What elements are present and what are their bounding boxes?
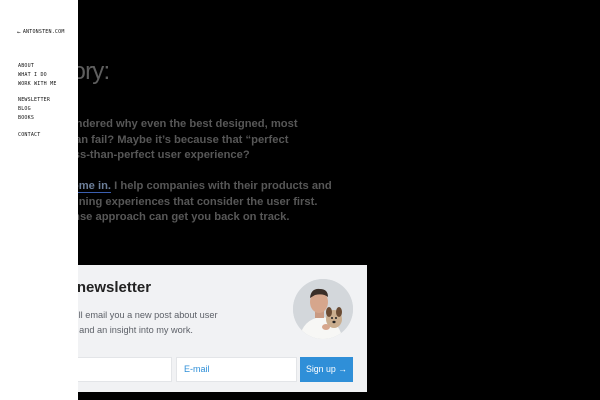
nav-item-books[interactable]: BOOKS (18, 114, 50, 123)
brand-label: ANTONSTEN.COM (22, 29, 65, 35)
newsletter-description: week I’ll email you a new post about use… (50, 308, 270, 338)
services-line: s by designing experiences that consider… (24, 195, 318, 208)
nav-item-about[interactable]: ABOUT (18, 62, 57, 71)
services-line-text: I help companies with their products and (111, 180, 332, 192)
sidebar: ← ANTONSTEN.COM ABOUT WHAT I DO WORK WIT… (0, 0, 78, 400)
nav-item-newsletter[interactable]: NEWSLETTER (18, 96, 50, 105)
newsletter-description-line: week I’ll email you a new post about use… (50, 310, 218, 320)
newsletter-description-line: iences and an insight into my work. (50, 325, 193, 335)
nav-item-what-i-do[interactable]: WHAT I DO (18, 71, 57, 80)
intro-paragraph: u ever wondered why even the best design… (24, 117, 394, 164)
intro-line: product can fail? Maybe it’s because tha… (24, 133, 289, 146)
services-line: where I come in. I help companies with t… (24, 179, 394, 195)
intro-line: ” has a less-than-perfect user experienc… (24, 149, 250, 162)
nav-group-main: ABOUT WHAT I DO WORK WITH ME (18, 62, 57, 89)
nav-item-work-with-me[interactable]: WORK WITH ME (18, 80, 57, 89)
nav-item-contact[interactable]: CONTACT (18, 131, 40, 140)
services-paragraph: where I come in. I help companies with t… (24, 179, 394, 226)
avatar (293, 279, 353, 339)
services-line: mmon sense approach can get you back on … (24, 211, 290, 224)
nav-item-blog[interactable]: BLOG (18, 105, 50, 114)
nav-group-contact: CONTACT (18, 131, 40, 140)
signup-button[interactable]: Sign up → (300, 357, 353, 382)
email-input[interactable]: E-mail (176, 357, 297, 382)
brand-link[interactable]: ← ANTONSTEN.COM (17, 29, 65, 35)
arrow-left-icon: ← (17, 28, 21, 36)
intro-line: u ever wondered why even the best design… (24, 118, 298, 130)
nav-group-content: NEWSLETTER BLOG BOOKS (18, 96, 50, 123)
